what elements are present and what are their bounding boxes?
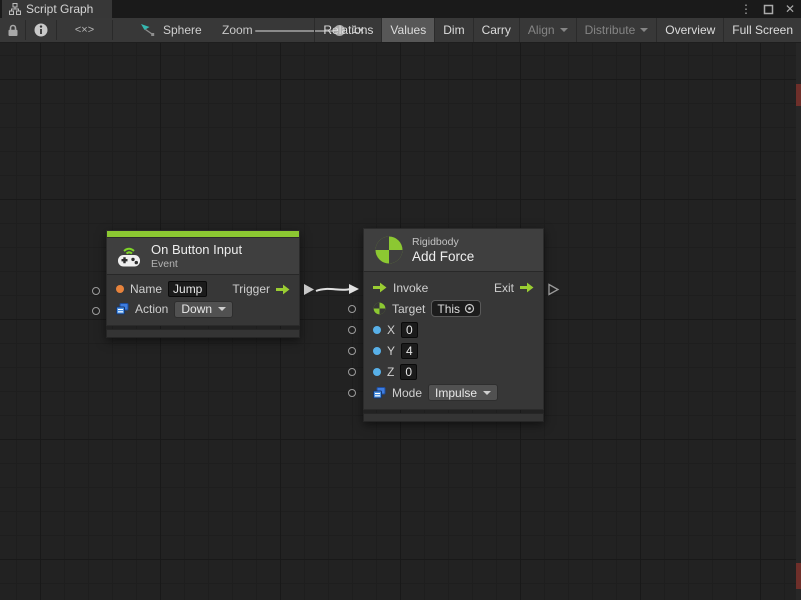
info-icon [34,23,48,37]
tab-label: Script Graph [26,2,93,16]
overview-button[interactable]: Overview [656,18,723,42]
relations-button[interactable]: Relations [314,18,381,42]
breadcrumb-graph-name: Sphere [163,23,202,37]
dropdown-arrow-icon [483,391,491,395]
name-input[interactable]: Jump [168,281,207,297]
port-label: X [387,323,395,337]
title-bar: Script Graph ⋮ ✕ [0,0,801,18]
toolbar-separator [112,20,113,40]
value-port-blue-icon[interactable] [373,326,381,334]
object-picker-icon[interactable] [464,303,475,314]
node-body: Invoke Exit Target This [363,272,544,410]
script-graph-icon [9,3,21,15]
trigger-output-handle-icon[interactable] [302,283,315,296]
event-color-bar [106,230,300,237]
toolbar-button-group: Relations Values Dim Carry Align Distrib… [314,18,801,42]
lock-icon [7,24,19,37]
carry-button[interactable]: Carry [473,18,519,42]
dim-button[interactable]: Dim [434,18,472,42]
port-label: Target [392,302,425,316]
node-footer [106,329,300,338]
input-port-circle[interactable] [92,307,100,315]
window-controls: ⋮ ✕ [740,0,795,18]
port-row-invoke: Invoke Exit [364,277,543,298]
port-label: Invoke [393,281,428,295]
node-footer [363,413,544,422]
port-row-x: X 0 [364,319,543,340]
graph-canvas[interactable]: On Button Input Event Name Jump Trigger [0,43,801,600]
node-header[interactable]: On Button Input Event [106,237,300,275]
distribute-dropdown[interactable]: Distribute [576,18,657,42]
tab-script-graph[interactable]: Script Graph [2,0,112,18]
port-label: Trigger [232,282,270,296]
exit-output-handle-icon[interactable] [547,283,560,296]
port-label: Y [387,344,395,358]
flow-arrow-icon[interactable] [520,282,534,293]
node-on-button-input[interactable]: On Button Input Event Name Jump Trigger [106,230,300,338]
info-button[interactable] [26,18,56,42]
maximize-icon[interactable] [763,4,774,15]
dropdown-arrow-icon [218,307,226,311]
flow-arrow-icon[interactable] [276,284,290,295]
port-label: Action [135,302,168,316]
align-dropdown[interactable]: Align [519,18,576,42]
port-label: Name [130,282,162,296]
input-port-circle[interactable] [348,305,356,313]
close-icon[interactable]: ✕ [785,0,795,18]
port-row-mode: Mode Impulse [364,382,543,403]
input-port-circle[interactable] [348,368,356,376]
input-port-circle[interactable] [92,287,100,295]
y-input[interactable]: 4 [401,343,418,359]
graph-pointer-icon [140,23,156,37]
flow-arrow-icon[interactable] [373,282,387,293]
values-button[interactable]: Values [381,18,434,42]
graph-toolbar: <×> Sphere Zoom 1x Relations Values Dim … [0,18,801,43]
node-header[interactable]: Rigidbody Add Force [363,228,544,272]
port-label: Mode [392,386,422,400]
port-row-y: Y 4 [364,340,543,361]
scrollbar-marker-top [796,84,801,106]
port-row-target: Target This [364,298,543,319]
z-input[interactable]: 0 [400,364,417,380]
zoom-label: Zoom [222,18,253,42]
rigidbody-icon [374,235,404,265]
action-dropdown[interactable]: Down [174,301,233,318]
input-port-circle[interactable] [348,326,356,334]
port-row-name: Name Jump Trigger [107,279,299,299]
port-label: Exit [494,281,514,295]
target-object-field[interactable]: This [431,300,481,317]
fullscreen-button[interactable]: Full Screen [723,18,801,42]
rigidbody-port-icon[interactable] [373,302,386,315]
node-component: Rigidbody [412,236,474,248]
code-view-button[interactable]: <×> [57,18,112,42]
port-row-z: Z 0 [364,361,543,382]
vertical-scrollbar[interactable] [796,43,801,600]
port-label: Z [387,365,394,379]
code-icon: <×> [75,24,94,36]
chevron-down-icon [640,28,648,32]
value-port-orange-icon[interactable] [116,285,124,293]
node-title: On Button Input [151,242,242,257]
lock-button[interactable] [0,18,25,42]
enum-icon[interactable] [116,303,129,315]
enum-icon[interactable] [373,387,386,399]
value-port-blue-icon[interactable] [373,347,381,355]
port-row-action: Action Down [107,299,299,319]
menu-icon[interactable]: ⋮ [740,0,752,18]
value-port-blue-icon[interactable] [373,368,381,376]
input-port-circle[interactable] [348,347,356,355]
mode-dropdown[interactable]: Impulse [428,384,498,401]
node-subtitle: Event [151,258,242,270]
x-input[interactable]: 0 [401,322,418,338]
chevron-down-icon [560,28,568,32]
gamepad-icon [115,244,143,268]
scrollbar-marker-bottom [796,563,801,589]
node-body: Name Jump Trigger Action Down [106,275,300,326]
input-port-circle[interactable] [348,389,356,397]
node-add-force[interactable]: Rigidbody Add Force Invoke Exit [363,228,544,422]
node-title: Add Force [412,249,474,264]
breadcrumb[interactable]: Sphere [140,18,202,42]
